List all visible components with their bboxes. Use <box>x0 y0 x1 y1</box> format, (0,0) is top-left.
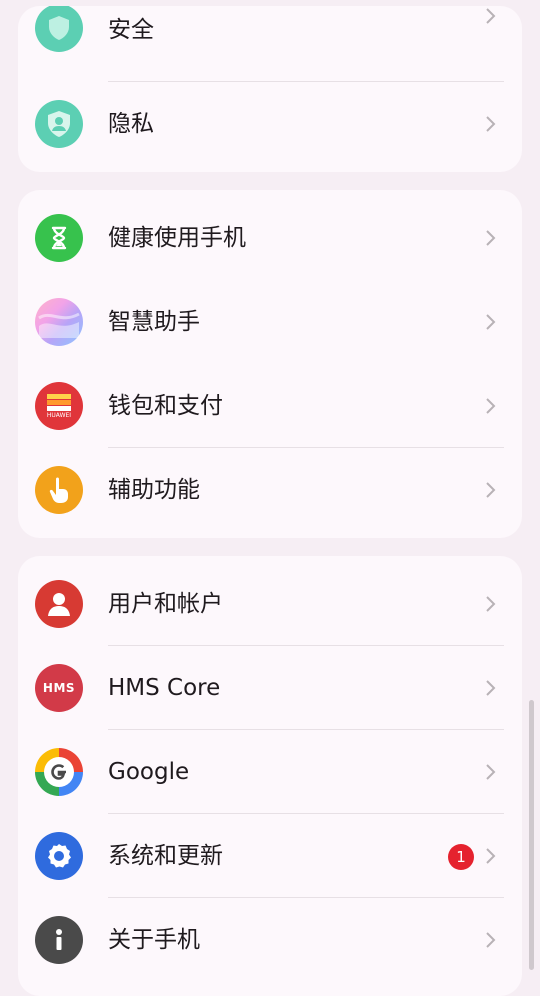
chevron-right-icon <box>486 596 496 612</box>
gear-icon <box>35 832 83 880</box>
settings-item-smart-assistant[interactable]: 智慧助手 <box>18 280 522 364</box>
hand-icon <box>35 466 83 514</box>
chevron-right-icon <box>486 116 496 132</box>
shield-icon <box>35 6 83 52</box>
settings-item-label: 健康使用手机 <box>108 225 246 251</box>
settings-item-label: 系统和更新 <box>108 843 223 869</box>
wallet-icon-text: HUAWEI <box>46 412 72 419</box>
settings-item-digital-balance[interactable]: 健康使用手机 <box>18 196 522 280</box>
chevron-right-icon <box>486 314 496 330</box>
chevron-right-icon <box>486 482 496 498</box>
privacy-shield-icon <box>35 100 83 148</box>
settings-item-label: 钱包和支付 <box>108 393 223 419</box>
settings-item-label: 安全 <box>108 17 154 43</box>
google-icon <box>35 748 83 796</box>
settings-group-system: 用户和帐户 HMS HMS Core Google 系统和更新 1 关于手机 <box>18 556 522 996</box>
settings-item-privacy[interactable]: 隐私 <box>18 82 522 166</box>
settings-item-label: 关于手机 <box>108 927 200 953</box>
settings-item-label: 隐私 <box>108 111 154 137</box>
settings-item-label: 智慧助手 <box>108 309 200 335</box>
settings-item-label: 辅助功能 <box>108 477 200 503</box>
hms-icon-text: HMS <box>42 681 76 695</box>
chevron-right-icon <box>486 932 496 948</box>
settings-group-security: 安全 隐私 <box>18 6 522 172</box>
wallet-icon: HUAWEI <box>35 382 83 430</box>
update-count-badge: 1 <box>448 844 474 870</box>
user-icon <box>35 580 83 628</box>
settings-item-label: HMS Core <box>108 675 221 701</box>
chevron-right-icon <box>486 8 496 24</box>
chevron-right-icon <box>486 848 496 864</box>
settings-item-accounts[interactable]: 用户和帐户 <box>18 562 522 646</box>
hms-icon: HMS <box>35 664 83 712</box>
scrollbar[interactable] <box>529 700 534 970</box>
chevron-right-icon <box>486 764 496 780</box>
info-icon <box>35 916 83 964</box>
chevron-right-icon <box>486 398 496 414</box>
hourglass-icon <box>35 214 83 262</box>
settings-item-security[interactable]: 安全 <box>18 6 522 82</box>
settings-item-about-phone[interactable]: 关于手机 <box>18 898 522 982</box>
celia-icon <box>35 298 83 346</box>
chevron-right-icon <box>486 680 496 696</box>
settings-item-label: 用户和帐户 <box>108 591 223 617</box>
settings-item-label: Google <box>108 759 190 785</box>
settings-item-accessibility[interactable]: 辅助功能 <box>18 448 522 532</box>
chevron-right-icon <box>486 230 496 246</box>
settings-item-hms-core[interactable]: HMS HMS Core <box>18 646 522 730</box>
settings-group-assist: 健康使用手机 智慧助手 HUAWEI 钱包和支付 辅助功能 <box>18 190 522 538</box>
settings-item-wallet[interactable]: HUAWEI 钱包和支付 <box>18 364 522 448</box>
settings-item-system-update[interactable]: 系统和更新 1 <box>18 814 522 898</box>
settings-item-google[interactable]: Google <box>18 730 522 814</box>
